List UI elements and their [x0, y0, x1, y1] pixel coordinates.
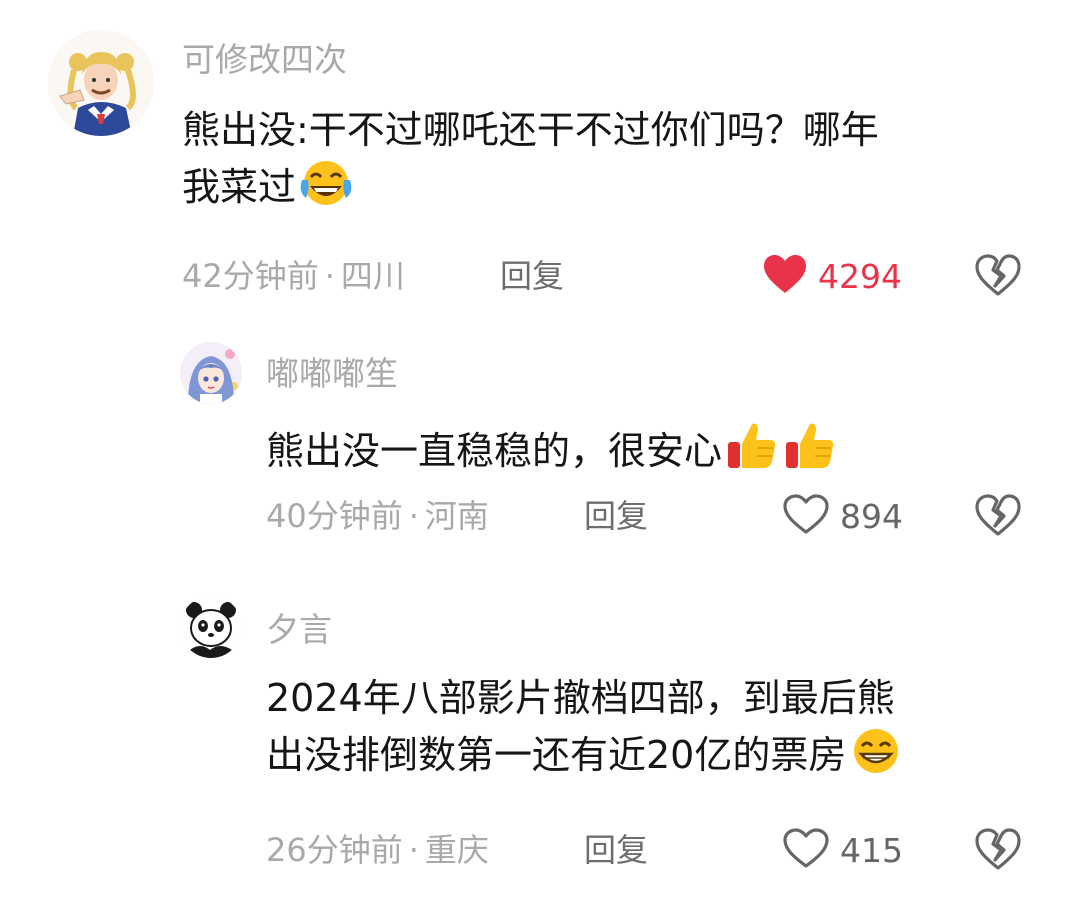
comment-item: 嘟嘟嘟笙 熊出没一直稳稳的，很安心 40分钟前 · 河南 回复 894	[0, 330, 1080, 570]
thumbs-up-icon	[782, 418, 838, 487]
heart-outline-icon	[782, 826, 830, 874]
like-button[interactable]: 415	[782, 828, 903, 872]
comment-text-segment: 我菜过	[182, 165, 297, 209]
comment-item: 夕言 2024年八部影片撤档四部，到最后熊 出没排倒数第一还有近20亿的票房 2…	[0, 570, 1080, 900]
comment-item: 可修改四次 熊出没:干不过哪吒还干不过你们吗？哪年 我菜过 42分钟前 · 四川 回…	[0, 0, 1080, 330]
laugh-crying-icon	[298, 158, 354, 223]
comment-text-line: 熊出没:干不过哪吒还干不过你们吗？哪年	[182, 108, 879, 152]
comment-text-line: 出没排倒数第一还有近20亿的票房	[266, 726, 904, 791]
like-count: 415	[840, 830, 903, 870]
like-button[interactable]: 894	[782, 494, 903, 538]
avatar-image	[48, 30, 154, 136]
comment-time: 40分钟前	[266, 497, 403, 535]
comment-meta: 26分钟前 · 重庆	[266, 830, 489, 870]
dislike-button[interactable]	[973, 826, 1023, 872]
thumbs-up-icon	[724, 418, 780, 487]
comment-meta: 40分钟前 · 河南	[266, 496, 489, 536]
comment-location: 河南	[424, 497, 489, 535]
comment-text-line: 我菜过	[182, 158, 879, 223]
reply-button[interactable]: 回复	[500, 256, 564, 296]
avatar-image	[180, 342, 242, 404]
comment-text: 2024年八部影片撤档四部，到最后熊 出没排倒数第一还有近20亿的票房	[266, 670, 904, 791]
comment-text-segment: 熊出没一直稳稳的，很安心	[266, 429, 723, 473]
avatar[interactable]	[180, 596, 242, 658]
reply-button[interactable]: 回复	[584, 496, 648, 536]
heart-filled-icon	[762, 253, 808, 299]
reply-button[interactable]: 回复	[584, 830, 648, 870]
username[interactable]: 夕言	[266, 610, 332, 650]
meta-separator: ·	[408, 831, 419, 869]
comment-time: 42分钟前	[182, 257, 319, 295]
avatar[interactable]	[48, 30, 154, 136]
comment-location: 重庆	[424, 831, 489, 869]
avatar-image	[180, 596, 242, 658]
comment-meta: 42分钟前 · 四川	[182, 256, 405, 296]
comment-text-line: 熊出没一直稳稳的，很安心	[266, 418, 838, 487]
like-count: 894	[840, 496, 903, 536]
comment-text: 熊出没一直稳稳的，很安心	[266, 418, 838, 487]
heart-outline-icon	[782, 492, 830, 540]
comment-text: 熊出没:干不过哪吒还干不过你们吗？哪年 我菜过	[182, 102, 879, 223]
comment-time: 26分钟前	[266, 831, 403, 869]
broken-heart-icon	[973, 494, 1023, 542]
username[interactable]: 可修改四次	[182, 40, 347, 80]
avatar[interactable]	[180, 342, 242, 404]
comment-text-line: 2024年八部影片撤档四部，到最后熊	[266, 676, 895, 720]
like-button[interactable]: 4294	[762, 254, 902, 298]
username[interactable]: 嘟嘟嘟笙	[266, 354, 398, 394]
broken-heart-icon	[973, 254, 1023, 302]
meta-separator: ·	[324, 257, 335, 295]
dislike-button[interactable]	[973, 492, 1023, 538]
comment-location: 四川	[340, 257, 405, 295]
grinning-squint-icon	[848, 726, 904, 791]
broken-heart-icon	[973, 828, 1023, 876]
like-count: 4294	[818, 256, 902, 296]
comment-text-segment: 出没排倒数第一还有近20亿的票房	[266, 733, 847, 777]
meta-separator: ·	[408, 497, 419, 535]
dislike-button[interactable]	[973, 252, 1023, 298]
